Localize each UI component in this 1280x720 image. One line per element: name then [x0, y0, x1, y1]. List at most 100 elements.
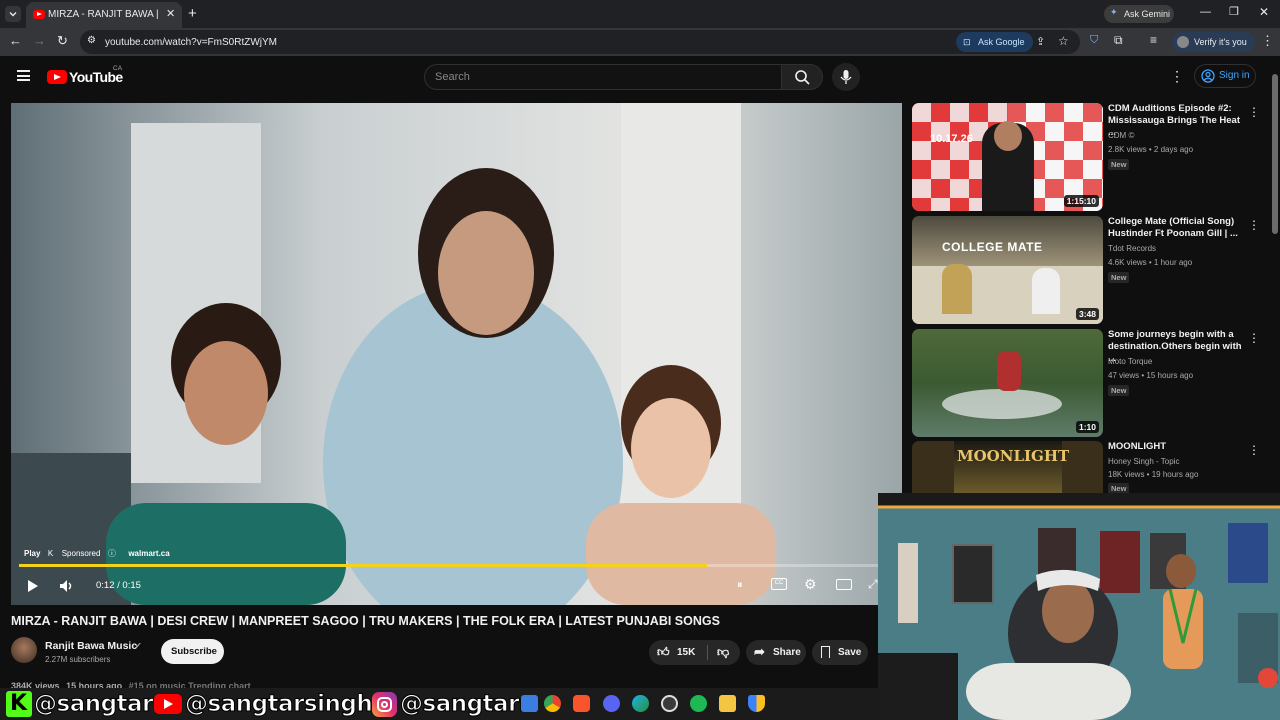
taskbar-app-icon[interactable]	[521, 695, 538, 712]
captions-icon[interactable]: CC	[771, 578, 787, 590]
divider	[707, 645, 708, 660]
forward-arrow-icon[interactable]: →	[33, 33, 46, 48]
search-button[interactable]	[781, 64, 823, 90]
related-meta: 47 views • 15 hours ago	[1108, 371, 1194, 380]
tab-close-icon[interactable]: ✕	[166, 7, 175, 20]
new-tab-button[interactable]: +	[188, 5, 197, 22]
page-scrollbar[interactable]	[1271, 60, 1279, 500]
related-channel[interactable]: CDM ©	[1108, 131, 1134, 140]
youtube-logo[interactable]: YouTube CA	[47, 65, 137, 88]
channel-name[interactable]: Ranjit Bawa Music	[45, 640, 137, 652]
like-button[interactable]: 👍︎ 15K	[649, 640, 706, 665]
channel-avatar[interactable]	[11, 637, 37, 663]
webcam-feed-image	[878, 493, 1280, 720]
related-video-card[interactable]: 10.17.26 1:15:10 CDM Auditions Episode #…	[912, 103, 1272, 211]
volume-button[interactable]	[58, 578, 76, 594]
search-input[interactable]: Search	[424, 64, 782, 90]
browser-tab-bar: MIRZA - RANJIT BAWA | DESI C ✕ + ✦ Ask G…	[0, 0, 1280, 28]
sign-in-button[interactable]: Sign in	[1194, 64, 1256, 88]
video-player[interactable]: Play K Sponsored ⓘ walmart.ca	[11, 103, 902, 605]
tab-search-button[interactable]	[5, 6, 21, 22]
new-badge: New	[1108, 159, 1130, 170]
fullscreen-icon[interactable]: ⤢	[868, 577, 878, 592]
subscriber-count: 2.27M subscribers	[45, 655, 111, 664]
active-tab[interactable]: MIRZA - RANJIT BAWA | DESI C ✕	[26, 2, 182, 28]
chrome-icon[interactable]	[544, 695, 561, 712]
kick-letter: K	[10, 691, 28, 716]
verified-badge-icon: ✔	[135, 641, 142, 650]
extension-shield-icon[interactable]: ⛉	[1090, 34, 1098, 47]
instagram-handle: @sangtarr	[400, 691, 531, 718]
theater-mode-icon[interactable]	[836, 579, 852, 590]
related-menu-icon[interactable]: ⋮	[1248, 331, 1260, 345]
subscribe-button[interactable]: Subscribe	[161, 639, 224, 664]
install-icon[interactable]: ⇪	[1036, 35, 1045, 48]
close-window-button[interactable]: ✕	[1259, 5, 1269, 19]
file-explorer-icon[interactable]	[719, 695, 736, 712]
related-menu-icon[interactable]: ⋮	[1248, 105, 1260, 119]
edge-icon[interactable]	[632, 695, 649, 712]
related-video-card[interactable]: COLLEGE MATE 3:48 College Mate (Official…	[912, 216, 1272, 324]
sponsored-play-label: Play	[24, 549, 41, 558]
related-title[interactable]: College Mate (Official Song) Hustinder F…	[1108, 216, 1244, 240]
related-thumbnail[interactable]: 10.17.26 1:15:10	[912, 103, 1103, 211]
related-thumbnail[interactable]: MOONLIGHT	[912, 441, 1103, 493]
minimize-button[interactable]: —	[1200, 6, 1211, 18]
tab-title: MIRZA - RANJIT BAWA | DESI C	[48, 9, 160, 20]
youtube-play-logo-icon	[47, 70, 67, 84]
play-button[interactable]	[24, 578, 42, 594]
related-title[interactable]: MOONLIGHT	[1108, 441, 1244, 453]
new-badge: New	[1108, 272, 1130, 283]
related-menu-icon[interactable]: ⋮	[1248, 218, 1260, 232]
webcam-overlay	[878, 493, 1280, 720]
discord-icon[interactable]	[603, 695, 620, 712]
related-video-card[interactable]: 1:10 Some journeys begin with a destinat…	[912, 329, 1272, 437]
spotify-icon[interactable]	[690, 695, 707, 712]
related-menu-icon[interactable]: ⋮	[1248, 443, 1260, 457]
advertiser-link[interactable]: walmart.ca	[128, 549, 169, 558]
related-channel[interactable]: Moto Torque	[1108, 357, 1152, 366]
settings-gear-icon[interactable]: ⚙	[804, 576, 817, 593]
browser-menu-icon[interactable]: ⋮	[1261, 33, 1274, 49]
obs-icon[interactable]	[661, 695, 678, 712]
autoplay-toggle-icon[interactable]: ⏸	[737, 579, 743, 592]
verify-profile-chip[interactable]: Verify it's you	[1172, 32, 1255, 52]
ask-gemini-button[interactable]: ✦ Ask Gemini	[1104, 5, 1174, 23]
region-code: CA	[113, 65, 123, 72]
search-placeholder: Search	[435, 71, 470, 83]
bookmark-star-icon[interactable]: ☆	[1058, 34, 1069, 48]
voice-search-button[interactable]	[832, 63, 860, 91]
related-thumbnail[interactable]: 1:10	[912, 329, 1103, 437]
hamburger-menu-icon[interactable]	[17, 70, 30, 81]
video-frame-image	[11, 103, 902, 605]
info-icon[interactable]: ⓘ	[108, 549, 116, 558]
share-label: Share	[773, 647, 801, 658]
restore-button[interactable]: ❐	[1229, 5, 1239, 18]
address-bar[interactable]: ⚙ youtube.com/watch?v=FmS0RtZWjYM ⊡ Ask …	[80, 30, 1080, 54]
save-button[interactable]: Save	[812, 640, 868, 665]
scrollbar-thumb[interactable]	[1272, 74, 1278, 234]
yt-more-icon[interactable]: ⋮	[1170, 68, 1184, 85]
url-text: youtube.com/watch?v=FmS0RtZWjYM	[105, 37, 277, 48]
thumb-text: 10.17.26	[930, 133, 973, 145]
media-queue-icon[interactable]: ≡	[1150, 33, 1157, 47]
youtube-favicon-icon	[33, 10, 45, 19]
site-info-icon[interactable]: ⚙	[87, 35, 96, 46]
related-channel[interactable]: Honey Singh - Topic	[1108, 457, 1179, 466]
sponsored-label: Sponsored	[61, 549, 101, 558]
dislike-button[interactable]: 👎︎	[709, 640, 739, 665]
share-button[interactable]: ➦ Share	[746, 640, 806, 665]
related-channel[interactable]: Tdot Records	[1108, 244, 1156, 253]
video-duration: 1:10	[1075, 421, 1099, 433]
reload-icon[interactable]: ↻	[57, 33, 68, 49]
related-video-card[interactable]: MOONLIGHT MOONLIGHT Honey Singh - Topic …	[912, 441, 1272, 494]
extensions-puzzle-icon[interactable]: ⧉	[1114, 33, 1123, 48]
ask-google-chip[interactable]: ⊡ Ask Google	[956, 32, 1033, 52]
back-arrow-icon[interactable]: ←	[9, 33, 22, 48]
brave-icon[interactable]	[573, 695, 590, 712]
gemini-icon: ✦	[1110, 7, 1118, 17]
related-thumbnail[interactable]: COLLEGE MATE 3:48	[912, 216, 1103, 324]
youtube-handle: @sangtarsingh	[184, 691, 373, 718]
progress-bar[interactable]	[19, 564, 879, 567]
security-shield-icon[interactable]	[748, 695, 765, 712]
